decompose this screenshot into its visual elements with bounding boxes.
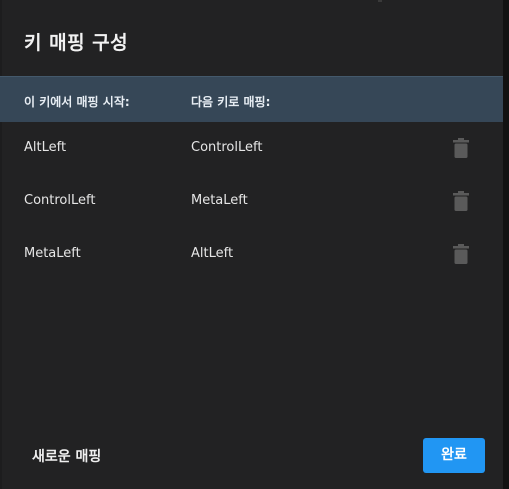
trash-icon[interactable] (453, 191, 469, 211)
from-key-value: MetaLeft (24, 246, 81, 261)
header-to-key: 다음 키로 매핑: (191, 95, 271, 109)
key-mapping-dialog: 키 매핑 구성 이 키에서 매핑 시작: 다음 키로 매핑: AltLeft C… (0, 0, 509, 489)
table-header: 이 키에서 매핑 시작: 다음 키로 매핑: (0, 76, 503, 122)
table-row: ControlLeft MetaLeft (0, 175, 503, 228)
new-mapping-button[interactable]: 새로운 매핑 (22, 442, 111, 470)
to-key-value: MetaLeft (191, 193, 248, 208)
trash-icon[interactable] (453, 138, 469, 158)
top-edge-marker (378, 0, 382, 2)
header-from-key: 이 키에서 매핑 시작: (24, 95, 130, 109)
table-row: AltLeft ControlLeft (0, 122, 503, 175)
dialog-title: 키 매핑 구성 (24, 32, 129, 54)
trash-icon[interactable] (453, 244, 469, 264)
from-key-value: AltLeft (24, 140, 67, 155)
to-key-value: AltLeft (191, 246, 234, 261)
table-row: MetaLeft AltLeft (0, 228, 503, 281)
done-button[interactable]: 완료 (423, 438, 485, 473)
to-key-value: ControlLeft (191, 140, 263, 155)
from-key-value: ControlLeft (24, 193, 96, 208)
